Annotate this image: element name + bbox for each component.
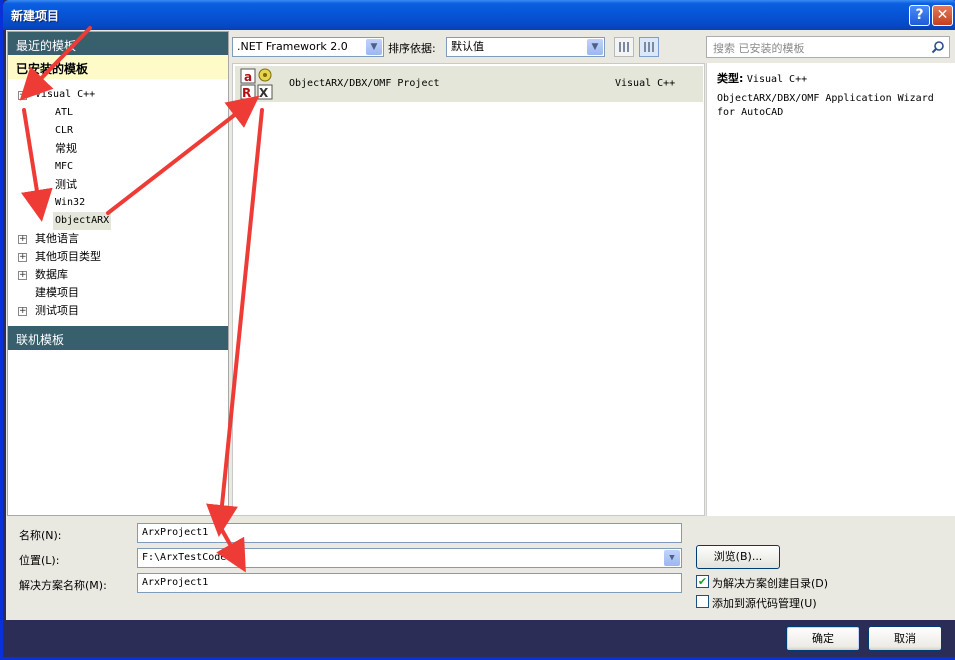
search-icon[interactable] xyxy=(931,40,945,54)
create-directory-label: 为解决方案创建目录(D) xyxy=(712,577,829,590)
expand-icon[interactable]: + xyxy=(18,253,27,262)
details-type: 类型: Visual C++ xyxy=(717,70,807,86)
ok-button[interactable]: 确定 xyxy=(786,626,860,651)
installed-templates-header[interactable]: 已安装的模板 xyxy=(8,55,228,79)
chevron-down-icon[interactable]: ▼ xyxy=(587,39,603,55)
tree-node-mfc[interactable]: MFC xyxy=(55,158,73,176)
source-control-checkbox[interactable] xyxy=(696,595,709,608)
template-item-objectarx[interactable]: a R X ObjectARX/DBX/OMF Project Visual C… xyxy=(235,66,703,102)
search-placeholder: 搜索 已安装的模板 xyxy=(713,42,805,55)
list-view-icon[interactable] xyxy=(639,37,659,57)
details-type-value: Visual C++ xyxy=(746,74,808,85)
location-field[interactable]: F:\ArxTestCode\ ▼ xyxy=(137,548,682,568)
source-control-label: 添加到源代码管理(U) xyxy=(712,597,817,610)
tree-node-label: 测试项目 xyxy=(35,304,79,317)
tree-node-label: 其他项目类型 xyxy=(35,250,101,263)
framework-select[interactable]: .NET Framework 2.0 ▼ xyxy=(232,37,384,57)
small-icons-view-icon[interactable] xyxy=(614,37,634,57)
chevron-down-icon[interactable]: ▼ xyxy=(664,550,680,566)
svg-text:R: R xyxy=(242,86,251,100)
chevron-down-icon[interactable]: ▼ xyxy=(366,39,382,55)
recent-templates-header[interactable]: 最近的模板 xyxy=(8,32,228,56)
tree-node-label: 其他语言 xyxy=(35,232,79,245)
name-field[interactable]: ArxProject1 xyxy=(137,523,682,543)
tree-node-label: 数据库 xyxy=(35,268,68,281)
location-label: 位置(L): xyxy=(19,554,60,567)
sort-label: 排序依据: xyxy=(388,42,436,55)
tree-node-win32[interactable]: Win32 xyxy=(55,194,85,212)
tree-node-label: Visual C++ xyxy=(35,89,96,100)
browse-button[interactable]: 浏览(B)... xyxy=(696,545,780,569)
name-label: 名称(N): xyxy=(19,529,62,542)
expand-icon[interactable]: + xyxy=(18,271,27,280)
online-templates-header[interactable]: 联机模板 xyxy=(8,326,228,350)
cancel-button[interactable]: 取消 xyxy=(868,626,942,651)
svg-text:a: a xyxy=(244,70,252,84)
help-icon[interactable]: ? xyxy=(909,5,930,26)
framework-value: .NET Framework 2.0 xyxy=(237,40,348,53)
collapse-icon[interactable]: − xyxy=(18,91,27,100)
svg-text:X: X xyxy=(259,86,269,100)
dialog-footer: 确定 取消 xyxy=(6,620,955,657)
sort-value: 默认值 xyxy=(451,40,484,53)
details-type-label: 类型: xyxy=(717,72,744,85)
sort-select[interactable]: 默认值 ▼ xyxy=(446,37,605,57)
expand-icon[interactable]: + xyxy=(18,235,27,244)
window-title: 新建项目 xyxy=(11,9,60,23)
tree-node-general[interactable]: 常规 xyxy=(55,140,77,158)
create-directory-checkbox[interactable]: ✔ xyxy=(696,575,709,588)
tree-node-test[interactable]: 测试 xyxy=(55,176,77,194)
objectarx-template-icon: a R X xyxy=(240,68,273,100)
template-type: Visual C++ xyxy=(615,78,676,89)
location-value: F:\ArxTestCode\ xyxy=(142,552,233,563)
tree-node-objectarx[interactable]: ObjectARX xyxy=(53,212,112,230)
tree-node-modeling-projects[interactable]: 建模项目 xyxy=(35,284,79,302)
expand-icon[interactable]: + xyxy=(18,307,27,316)
tree-node-clr[interactable]: CLR xyxy=(55,122,73,140)
dialog-client-area: 最近的模板 已安装的模板 − Visual C++ ATL CLR 常规 MFC… xyxy=(6,30,955,620)
template-tree-pane: 最近的模板 已安装的模板 − Visual C++ ATL CLR 常规 MFC… xyxy=(7,31,229,516)
template-name: ObjectARX/DBX/OMF Project xyxy=(289,78,440,89)
search-input[interactable]: 搜索 已安装的模板 xyxy=(706,36,950,58)
title-bar[interactable]: 新建项目 ? ✕ xyxy=(3,0,955,30)
template-list: a R X ObjectARX/DBX/OMF Project Visual C… xyxy=(232,63,705,516)
close-icon[interactable]: ✕ xyxy=(932,5,953,26)
template-details-pane: 类型: Visual C++ ObjectARX/DBX/OMF Applica… xyxy=(706,63,955,516)
new-project-dialog: 新建项目 ? ✕ 最近的模板 已安装的模板 − Visual C++ ATL C… xyxy=(0,0,955,660)
solution-name-field[interactable]: ArxProject1 xyxy=(137,573,682,593)
tree-node-atl[interactable]: ATL xyxy=(55,104,73,122)
solution-name-label: 解决方案名称(M): xyxy=(19,579,107,592)
details-description: ObjectARX/DBX/OMF Application Wizard for… xyxy=(717,93,934,118)
